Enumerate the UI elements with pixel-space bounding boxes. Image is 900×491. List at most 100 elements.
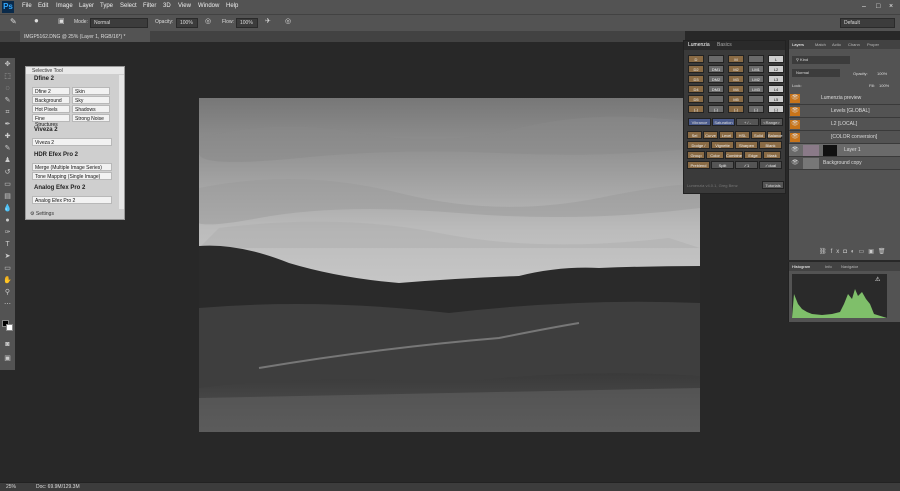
lumenzia-action-button[interactable]: Preblend bbox=[687, 161, 710, 169]
lumenzia-action-button[interactable]: Split bbox=[711, 161, 734, 169]
zoom-tool-icon[interactable]: ⚲ bbox=[3, 288, 12, 297]
quick-mask-icon[interactable]: ◙ bbox=[3, 340, 12, 349]
lumenzia-grid-button[interactable]: M bbox=[728, 55, 744, 63]
menu-file[interactable]: File bbox=[22, 3, 32, 9]
layer-actions-icons[interactable]: ⛓fx◘◐▭▣🗑 bbox=[819, 248, 890, 255]
lasso-tool-icon[interactable]: ◌ bbox=[3, 84, 12, 93]
dfine-cell[interactable]: Hot Pixels bbox=[32, 105, 70, 113]
mode-select[interactable]: Normal bbox=[90, 18, 148, 28]
lumenzia-grid-button[interactable]: L3 bbox=[768, 75, 784, 83]
lumenzia-action-button[interactable]: Combine bbox=[725, 151, 743, 159]
lumenzia-action-button[interactable]: Vignette bbox=[711, 141, 734, 149]
menu-layer[interactable]: Layer bbox=[79, 3, 94, 9]
lumenzia-action-button[interactable]: Blank bbox=[759, 141, 782, 149]
tab-histogram[interactable]: Histogram bbox=[792, 264, 810, 269]
hdr-tonemap-button[interactable]: Tone Mapping (Single Image) bbox=[32, 172, 112, 180]
lumenzia-grid-button[interactable]: L2 bbox=[768, 65, 784, 73]
lumenzia-grid-button[interactable]: D3 bbox=[688, 75, 704, 83]
lumenzia-action-button[interactable]: Group bbox=[687, 151, 705, 159]
document-tab[interactable]: IMGP5162.DNG @ 25% (Layer 1, RGB/16*) * bbox=[20, 31, 150, 42]
lumenzia-grid-button[interactable]: M5 bbox=[728, 95, 744, 103]
lumenzia-wb-button[interactable]: + / - bbox=[736, 118, 759, 126]
lumenzia-wb-button[interactable]: <Range> bbox=[760, 118, 783, 126]
eyedropper-tool-icon[interactable]: ✒ bbox=[3, 120, 12, 129]
lumenzia-grid-button[interactable] bbox=[748, 95, 764, 103]
tab-navigator[interactable]: Navigator bbox=[841, 264, 858, 269]
lumenzia-grid-button[interactable]: (-) bbox=[688, 105, 704, 113]
lumenzia-action-button[interactable]: Dodge / Burn bbox=[687, 141, 710, 156]
analog-header[interactable]: Analog Efex Pro 2 bbox=[26, 184, 93, 192]
stamp-tool-icon[interactable]: ♟ bbox=[3, 156, 12, 165]
healing-tool-icon[interactable]: ✚ bbox=[3, 132, 12, 141]
lumenzia-wb-button[interactable]: Vibrance bbox=[688, 118, 711, 126]
lumenzia-grid-button[interactable]: D4 bbox=[688, 85, 704, 93]
eye-icon[interactable]: 👁 bbox=[790, 120, 800, 129]
lumenzia-action-button[interactable]: Solid bbox=[751, 131, 766, 139]
analog-button[interactable]: Analog Efex Pro 2 bbox=[32, 196, 112, 204]
tab-channels[interactable]: Chann bbox=[848, 42, 860, 47]
lumenzia-grid-button[interactable] bbox=[748, 55, 764, 63]
menu-window[interactable]: Window bbox=[198, 3, 219, 9]
tab-actions[interactable]: Actio bbox=[832, 42, 841, 47]
lumenzia-action-button[interactable]: Sharpen bbox=[735, 141, 758, 149]
tab-info[interactable]: Info bbox=[825, 264, 832, 269]
lumenzia-grid-button[interactable]: L5 bbox=[768, 95, 784, 103]
lumenzia-grid-button[interactable]: D2 bbox=[688, 65, 704, 73]
lumenzia-grid-button[interactable]: (-) bbox=[748, 105, 764, 113]
flow-field[interactable]: 100% bbox=[236, 18, 258, 28]
menu-3d[interactable]: 3D bbox=[163, 3, 171, 9]
marquee-tool-icon[interactable]: ⬚ bbox=[3, 72, 12, 81]
lumenzia-action-button[interactable]: Balance bbox=[767, 131, 782, 139]
eye-icon[interactable]: 👁 bbox=[790, 107, 800, 116]
lumenzia-grid-button[interactable]: (-) bbox=[728, 105, 744, 113]
brush-panel-icon[interactable]: ▣ bbox=[58, 17, 65, 25]
hdr-merge-button[interactable]: Merge (Multiple Image Series) bbox=[32, 163, 112, 171]
menu-type[interactable]: Type bbox=[100, 3, 113, 9]
workspace-select[interactable]: Default bbox=[840, 18, 895, 28]
lumenzia-grid-button[interactable] bbox=[708, 55, 724, 63]
maximize-icon[interactable]: □ bbox=[876, 3, 880, 10]
tab-lumenzia[interactable]: Lumenzia bbox=[688, 42, 710, 48]
pressure-opacity-icon[interactable]: ◎ bbox=[205, 17, 211, 25]
lumenzia-grid-button[interactable]: DM3 bbox=[708, 85, 724, 93]
shape-tool-icon[interactable]: ▭ bbox=[3, 264, 12, 273]
tutorials-button[interactable]: Tutorials bbox=[762, 181, 784, 189]
dfine-header[interactable]: Dfine 2 bbox=[26, 75, 62, 83]
eye-icon[interactable]: 👁 bbox=[790, 159, 800, 168]
lumenzia-grid-button[interactable]: D bbox=[688, 55, 704, 63]
airbrush-icon[interactable]: ✈ bbox=[265, 17, 271, 25]
opacity-value[interactable]: 100% bbox=[877, 71, 887, 76]
lumenzia-action-button[interactable]: Mask bbox=[763, 151, 781, 159]
lumenzia-grid-button[interactable]: LM1 bbox=[748, 65, 764, 73]
pen-tool-icon[interactable]: ✑ bbox=[3, 228, 12, 237]
tab-match[interactable]: Match bbox=[815, 42, 826, 47]
document-canvas-photo[interactable] bbox=[199, 98, 700, 432]
eye-icon[interactable]: 👁 bbox=[790, 146, 800, 155]
dfine-cell[interactable]: Dfine 2 bbox=[32, 87, 70, 95]
lumenzia-wb-button[interactable]: Saturation bbox=[712, 118, 735, 126]
hdr-header[interactable]: HDR Efex Pro 2 bbox=[26, 151, 86, 159]
lumenzia-action-button[interactable]: HSL bbox=[735, 131, 750, 139]
pressure-size-icon[interactable]: ◎ bbox=[285, 17, 291, 25]
dfine-cell[interactable]: Skin bbox=[72, 87, 110, 95]
more-tools-icon[interactable]: ⋯ bbox=[3, 300, 12, 309]
dfine-cell[interactable]: Strong Noise bbox=[72, 114, 110, 122]
screen-mode-icon[interactable]: ▣ bbox=[3, 354, 12, 363]
lumenzia-action-button[interactable]: Edge bbox=[744, 151, 762, 159]
quick-select-tool-icon[interactable]: ✎ bbox=[3, 96, 12, 105]
layer-row[interactable]: 👁 [COLOR conversion] bbox=[789, 131, 900, 144]
lumenzia-grid-button[interactable]: LM2 bbox=[748, 75, 764, 83]
menu-select[interactable]: Select bbox=[120, 3, 137, 9]
type-tool-icon[interactable]: T bbox=[3, 240, 12, 249]
brush-tool-icon[interactable]: ✎ bbox=[3, 144, 12, 153]
lumenzia-grid-button[interactable]: M2 bbox=[728, 65, 744, 73]
lumenzia-action-button[interactable]: Sel bbox=[687, 131, 702, 139]
lumenzia-grid-button[interactable]: DM1 bbox=[708, 65, 724, 73]
lumenzia-grid-button[interactable]: (-) bbox=[708, 105, 724, 113]
layer-row[interactable]: 👁 L2 [LOCAL] bbox=[789, 118, 900, 131]
dodge-tool-icon[interactable]: ● bbox=[3, 216, 12, 225]
blur-tool-icon[interactable]: 💧 bbox=[3, 204, 12, 213]
eye-icon[interactable]: 👁 bbox=[790, 94, 800, 103]
lumenzia-action-button[interactable]: ✓1 bbox=[735, 161, 758, 169]
path-select-icon[interactable]: ➤ bbox=[3, 252, 12, 261]
